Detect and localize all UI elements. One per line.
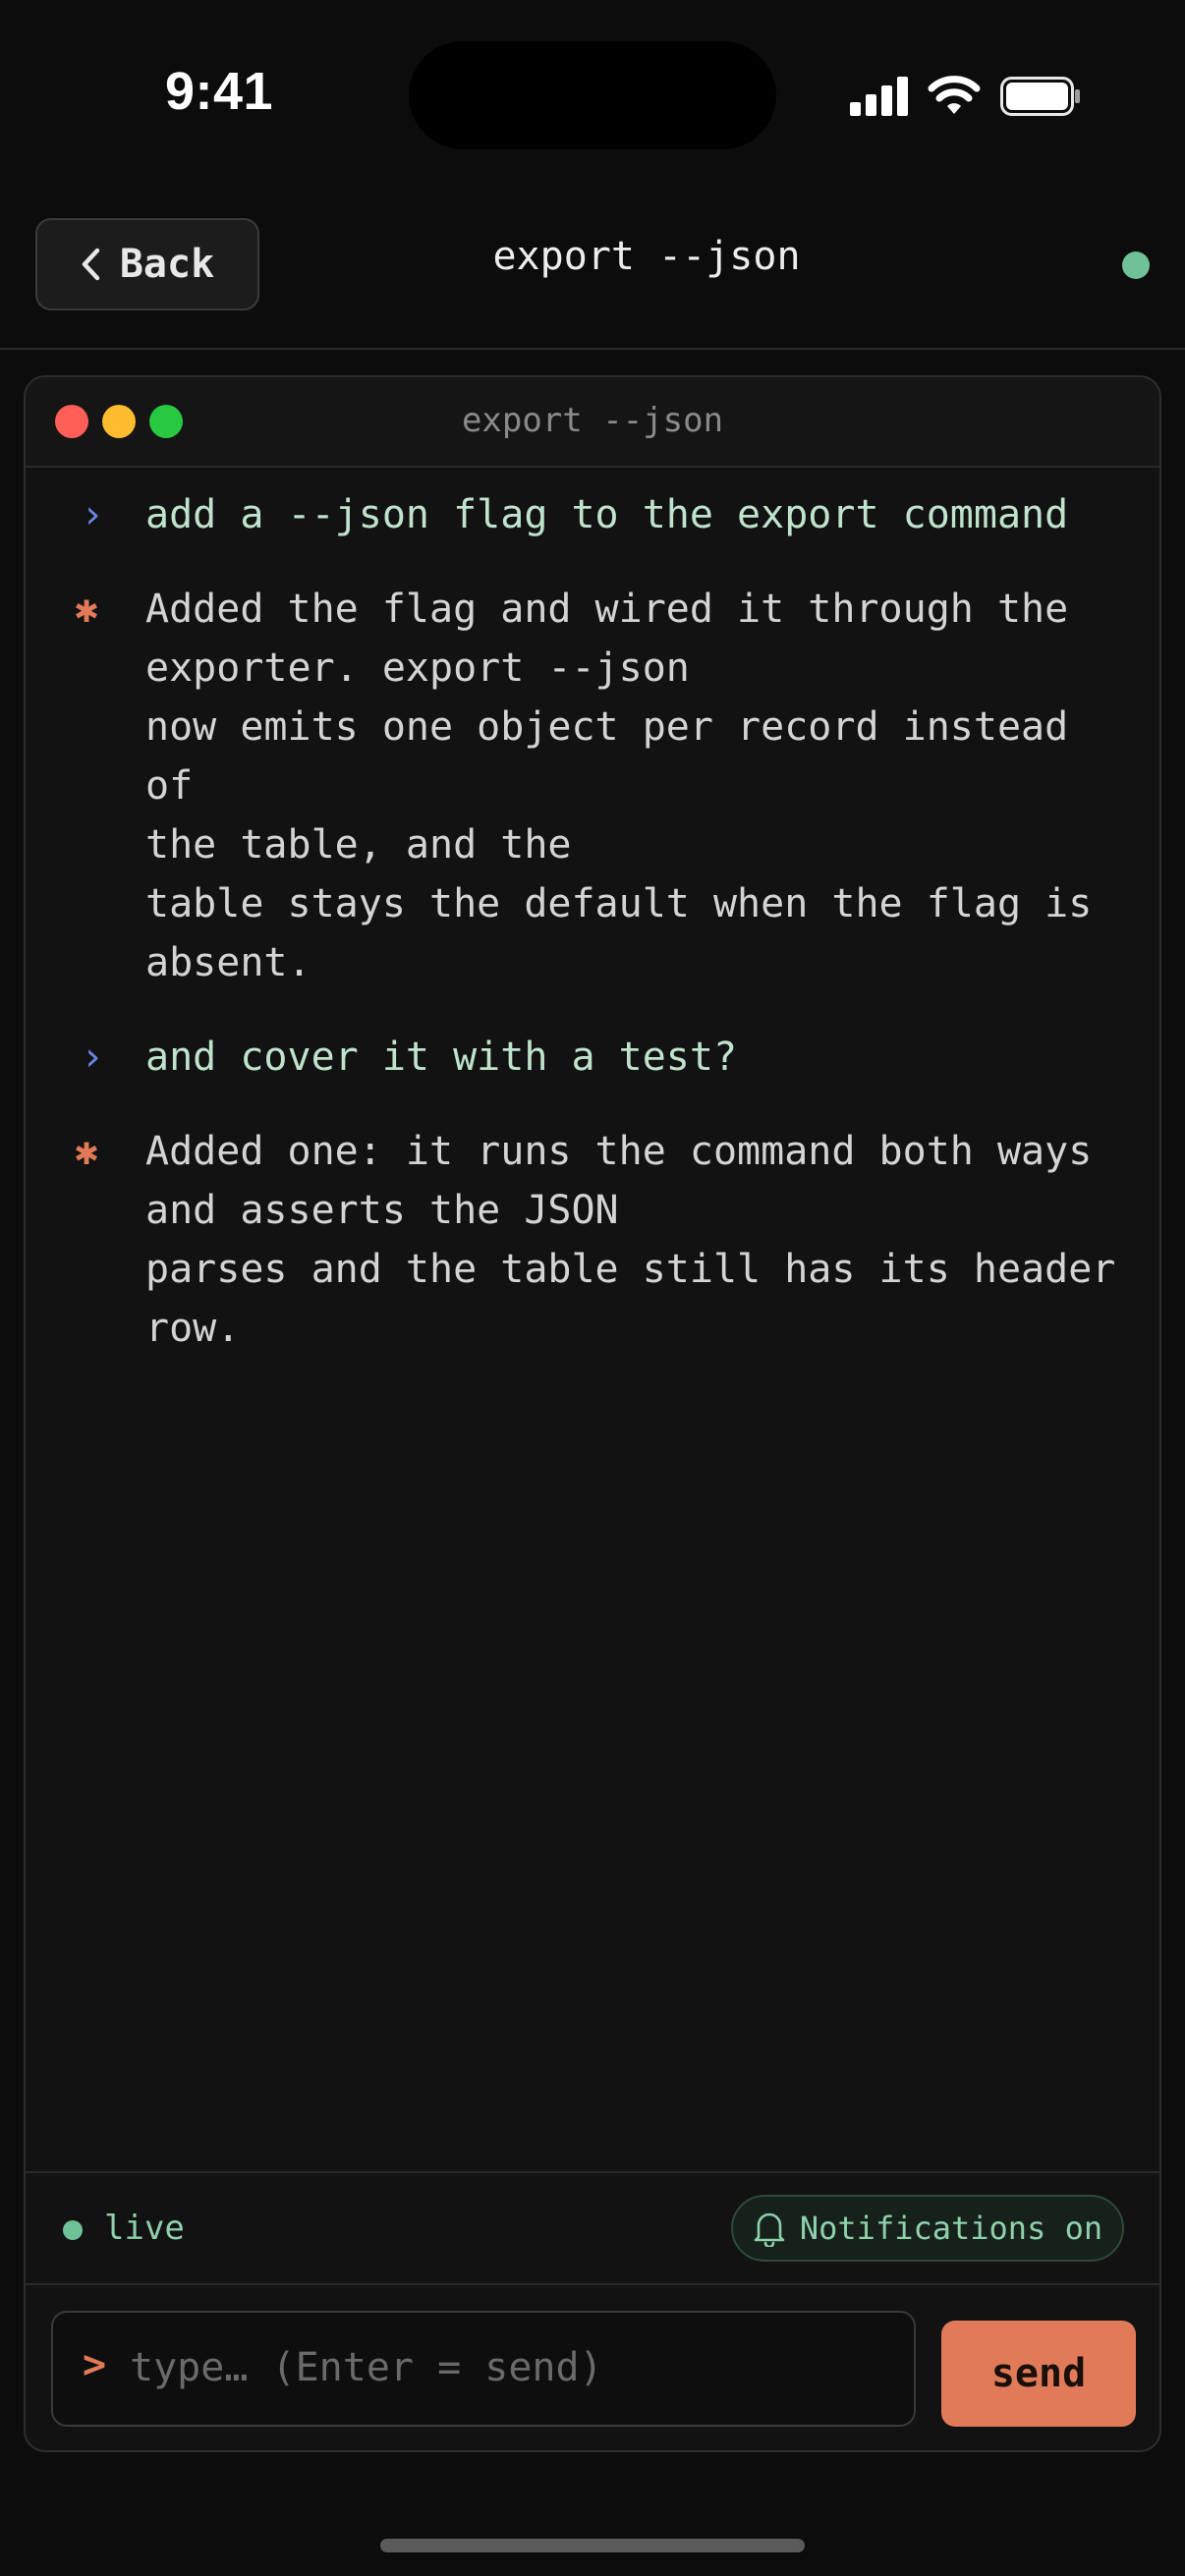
back-button-label: Back <box>119 242 215 287</box>
assistant-message: ✱ Added the flag and wired it through th… <box>26 580 1159 992</box>
bell-icon <box>754 2212 785 2247</box>
notifications-toggle[interactable]: Notifications on <box>731 2195 1124 2262</box>
assistant-asterisk-icon: ✱ <box>75 587 99 632</box>
message-text: add a --json flag to the export command <box>145 492 1069 537</box>
home-indicator <box>380 2539 805 2552</box>
cellular-signal-icon <box>850 77 908 116</box>
page-title: export --json <box>492 234 801 279</box>
wifi-icon <box>928 76 981 114</box>
assistant-asterisk-icon: ✱ <box>75 1129 99 1174</box>
prompt-caret-icon: > <box>83 2342 107 2387</box>
message-text: Added the flag and wired it through the … <box>145 587 1093 985</box>
connection-status-dot <box>1122 252 1150 279</box>
message-input[interactable] <box>128 2332 898 2403</box>
message-text: Added one: it runs the command both ways… <box>145 1129 1116 1351</box>
live-indicator-dot <box>63 2220 83 2240</box>
assistant-message: ✱ Added one: it runs the command both wa… <box>26 1122 1159 1358</box>
message-input-box[interactable]: > <box>51 2311 916 2427</box>
nav-divider <box>0 348 1185 350</box>
terminal-title: export --json <box>461 401 724 440</box>
send-button[interactable]: send <box>941 2321 1136 2427</box>
status-time: 9:41 <box>165 62 274 121</box>
dynamic-island <box>409 41 776 149</box>
chevron-left-icon <box>82 248 100 281</box>
battery-icon <box>1000 77 1080 116</box>
user-prompt-marker: › <box>81 1035 105 1080</box>
notifications-label: Notifications on <box>799 2210 1103 2247</box>
terminal-window: export --json › add a --json flag to the… <box>24 375 1161 2452</box>
message-text: and cover it with a test? <box>145 1035 738 1080</box>
user-message: › and cover it with a test? <box>26 1028 1159 1087</box>
session-status-row: live Notifications on <box>26 2171 1159 2285</box>
user-message: › add a --json flag to the export comman… <box>26 485 1159 544</box>
user-prompt-marker: › <box>81 492 105 537</box>
live-label: live <box>104 2209 185 2248</box>
terminal-titlebar: export --json <box>26 377 1159 468</box>
transcript: › add a --json flag to the export comman… <box>26 485 1159 1393</box>
back-button[interactable]: Back <box>35 218 259 310</box>
